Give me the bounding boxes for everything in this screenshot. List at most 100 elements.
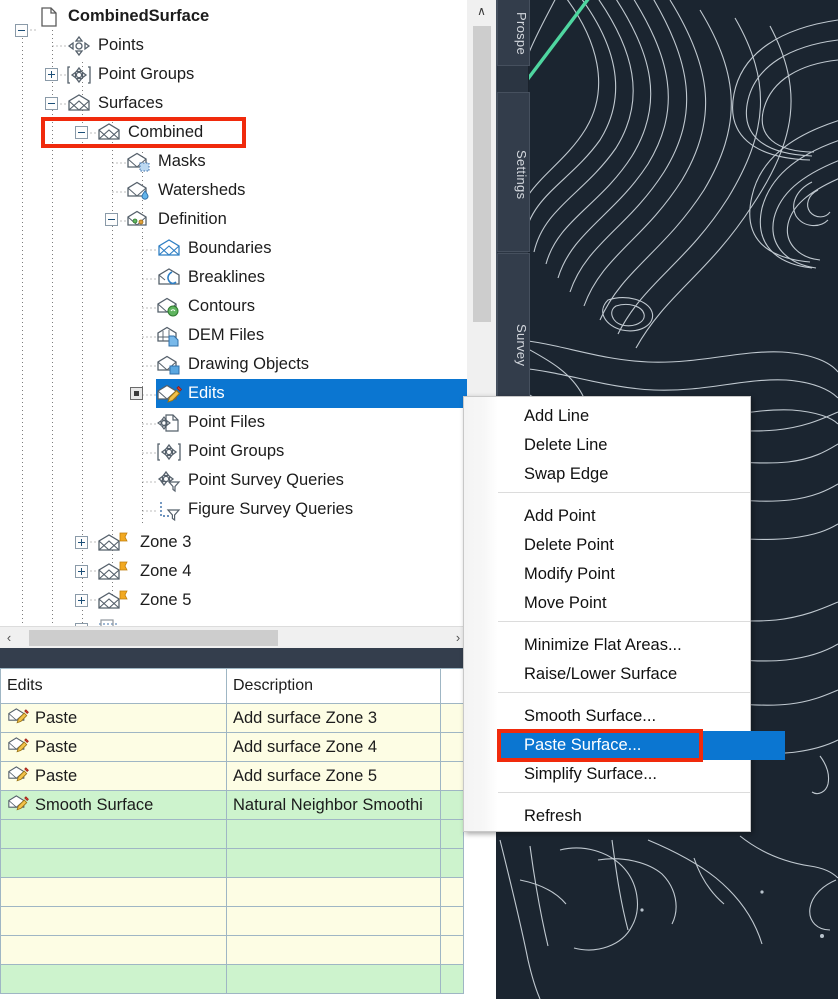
tree-horizontal-scrollbar[interactable]: ‹ › (0, 626, 467, 648)
cell-extra[interactable] (440, 761, 464, 791)
menu-item-paste-surface[interactable]: Paste Surface... (498, 731, 785, 760)
menu-item-delete-line[interactable]: Delete Line (498, 431, 750, 460)
tree-node-breaklines[interactable]: Breaklines (156, 263, 265, 292)
panel-splitter[interactable] (0, 648, 496, 668)
cell-description[interactable] (226, 906, 441, 936)
tree-node-point-survey-queries[interactable]: Point Survey Queries (156, 466, 344, 495)
cell-edit[interactable]: Paste (0, 761, 227, 791)
column-header-description[interactable]: Description (226, 668, 441, 704)
expander-definition[interactable] (105, 213, 118, 226)
table-row[interactable] (0, 906, 464, 936)
cell-extra[interactable] (440, 906, 464, 936)
scroll-left-arrow-icon[interactable]: ‹ (0, 630, 18, 645)
cell-edit[interactable] (0, 877, 227, 907)
tree-node-surfaces[interactable]: Surfaces (66, 89, 163, 118)
table-row[interactable] (0, 964, 464, 994)
cell-edit[interactable]: Paste (0, 703, 227, 733)
column-header-edits[interactable]: Edits (0, 668, 227, 704)
menu-item-swap-edge[interactable]: Swap Edge (498, 460, 750, 489)
menu-item-delete-point[interactable]: Delete Point (498, 531, 750, 560)
tree-node-edits[interactable]: Edits (156, 379, 467, 408)
tree-node-zone-4[interactable]: Zone 4 (96, 557, 191, 586)
expander-combined[interactable] (75, 126, 88, 139)
cell-extra[interactable] (440, 848, 464, 878)
tree-node-drawing-objects[interactable]: Drawing Objects (156, 350, 309, 379)
prospector-tree-panel[interactable]: CombinedSurface Points Point Groups Surf… (0, 0, 496, 648)
menu-item-add-line[interactable]: Add Line (498, 402, 750, 431)
cell-description[interactable]: Natural Neighbor Smoothi (226, 790, 441, 820)
tree-node-definition[interactable]: Definition (126, 205, 227, 234)
table-row[interactable]: Paste Add surface Zone 4 (0, 732, 464, 762)
menu-item-modify-point[interactable]: Modify Point (498, 560, 750, 589)
table-row[interactable] (0, 819, 464, 849)
cell-edit[interactable]: Smooth Surface (0, 790, 227, 820)
expander-combinedsurface[interactable] (15, 24, 28, 37)
cell-description[interactable] (226, 964, 441, 994)
cell-edit[interactable]: Paste (0, 732, 227, 762)
tree-node-alignments-partial[interactable] (96, 615, 122, 626)
tree-node-masks[interactable]: Masks (126, 147, 206, 176)
table-row[interactable]: Paste Add surface Zone 5 (0, 761, 464, 791)
tree-node-zone-3[interactable]: Zone 3 (96, 528, 191, 557)
cell-description[interactable]: Add surface Zone 5 (226, 761, 441, 791)
tree-node-point-groups[interactable]: Point Groups (66, 60, 194, 89)
vertical-scroll-thumb[interactable] (473, 26, 491, 322)
cell-description[interactable] (226, 935, 441, 965)
scroll-up-arrow-icon[interactable]: ∧ (467, 0, 496, 22)
expander-zone-4[interactable] (75, 565, 88, 578)
tree-node-dem-files[interactable]: DEM Files (156, 321, 264, 350)
cell-description[interactable]: Add surface Zone 3 (226, 703, 441, 733)
tree-node-watersheds[interactable]: Watersheds (126, 176, 245, 205)
expander-zone-3[interactable] (75, 536, 88, 549)
menu-item-raise-lower-surface[interactable]: Raise/Lower Surface (498, 660, 750, 689)
tree-node-contours[interactable]: Contours (156, 292, 255, 321)
column-header-extra[interactable] (440, 668, 464, 704)
expander-zone-5[interactable] (75, 594, 88, 607)
cell-edit[interactable] (0, 964, 227, 994)
menu-item-minimize-flat-areas[interactable]: Minimize Flat Areas... (498, 631, 750, 660)
edits-data-grid[interactable]: Edits Description Paste Add surface Zone… (0, 668, 496, 999)
tree-node-combined[interactable]: Combined (96, 118, 203, 147)
cell-extra[interactable] (440, 964, 464, 994)
cell-description[interactable] (226, 848, 441, 878)
cell-description[interactable] (226, 819, 441, 849)
table-row[interactable]: Smooth Surface Natural Neighbor Smoothi (0, 790, 464, 820)
menu-item-add-point[interactable]: Add Point (498, 502, 750, 531)
table-row[interactable] (0, 848, 464, 878)
cell-edit[interactable] (0, 848, 227, 878)
menu-item-smooth-surface[interactable]: Smooth Surface... (498, 702, 750, 731)
tree-scroll-area[interactable]: CombinedSurface Points Point Groups Surf… (0, 0, 467, 626)
cell-edit[interactable] (0, 819, 227, 849)
expander-edits[interactable] (130, 387, 143, 400)
table-row[interactable]: Paste Add surface Zone 3 (0, 703, 464, 733)
cell-extra[interactable] (440, 703, 464, 733)
tree-node-combinedsurface[interactable]: CombinedSurface (36, 2, 209, 31)
cell-description[interactable]: Add surface Zone 4 (226, 732, 441, 762)
cell-extra[interactable] (440, 935, 464, 965)
tree-node-point-groups-2[interactable]: Point Groups (156, 437, 284, 466)
tree-node-label: CombinedSurface (68, 7, 210, 25)
tree-node-figure-survey-queries[interactable]: Figure Survey Queries (156, 495, 353, 524)
tree-node-zone-5[interactable]: Zone 5 (96, 586, 191, 615)
surface-edits-context-menu[interactable]: Add Line Delete Line Swap Edge Add Point… (463, 396, 785, 832)
tab-settings[interactable]: Settings (497, 92, 530, 252)
tab-prospector[interactable]: Prospe (497, 0, 530, 66)
menu-item-simplify-surface[interactable]: Simplify Surface... (498, 760, 750, 789)
cell-extra[interactable] (440, 790, 464, 820)
cell-extra[interactable] (440, 819, 464, 849)
cell-description[interactable] (226, 877, 441, 907)
table-row[interactable] (0, 877, 464, 907)
cell-extra[interactable] (440, 732, 464, 762)
menu-item-move-point[interactable]: Move Point (498, 589, 750, 618)
tree-node-boundaries[interactable]: Boundaries (156, 234, 271, 263)
tree-node-point-files[interactable]: Point Files (156, 408, 265, 437)
tree-node-points[interactable]: Points (66, 31, 144, 60)
cell-edit[interactable] (0, 906, 227, 936)
horizontal-scroll-thumb[interactable] (29, 630, 278, 646)
expander-surfaces[interactable] (45, 97, 58, 110)
cell-extra[interactable] (440, 877, 464, 907)
table-row[interactable] (0, 935, 464, 965)
cell-edit[interactable] (0, 935, 227, 965)
expander-point-groups[interactable] (45, 68, 58, 81)
menu-item-refresh[interactable]: Refresh (498, 802, 750, 831)
